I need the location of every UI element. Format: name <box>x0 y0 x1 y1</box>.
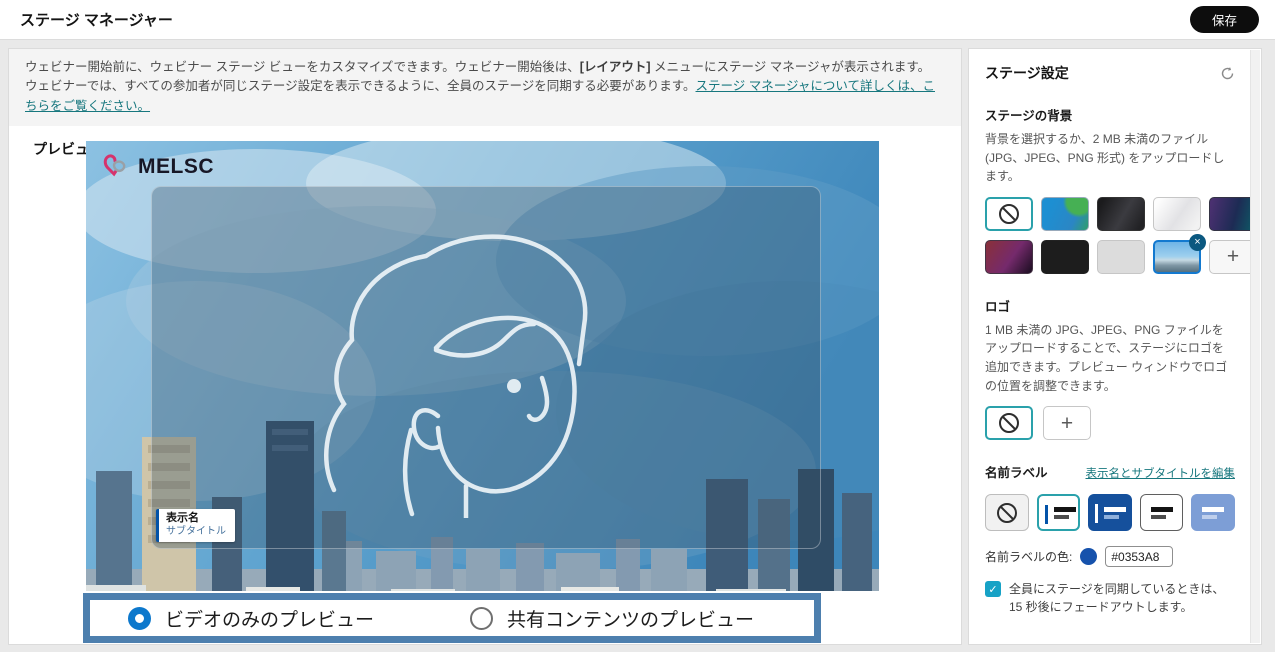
background-thumb-blue-green[interactable] <box>1041 197 1089 231</box>
label-bar-icon <box>1045 505 1048 524</box>
name-label-style-left-bar[interactable] <box>1037 494 1081 531</box>
info-line-2: ウェビナーでは、すべての参加者が同じステージ設定を表示できるように、全員のステー… <box>25 77 945 116</box>
name-label-heading: 名前ラベル <box>985 462 1048 481</box>
color-swatch[interactable] <box>1080 548 1097 565</box>
sidebar-title: ステージ設定 <box>985 63 1069 83</box>
name-label-style-none[interactable] <box>985 494 1029 531</box>
edit-name-subtitle-link[interactable]: 表示名とサブタイトルを編集 <box>1086 465 1236 481</box>
name-label-style-blue[interactable] <box>1088 494 1132 531</box>
color-hex-input[interactable] <box>1105 546 1173 567</box>
heart-logo-icon <box>102 153 132 181</box>
settings-sidebar: ステージ設定 ステージの背景 背景を選択するか、2 MB 未満のファイル (JP… <box>968 48 1262 645</box>
background-thumb-magenta[interactable] <box>985 240 1033 274</box>
stage-name-label[interactable]: 表示名 サブタイトル <box>156 509 235 542</box>
radio-shared-content-label: 共有コンテンツのプレビュー <box>507 605 754 632</box>
radio-video-only-label: ビデオのみのプレビュー <box>165 605 374 632</box>
prohibited-icon <box>997 503 1017 523</box>
sync-fadeout-text: 全員にステージを同期しているときは、15 秒後にフェードアウトします。 <box>1009 580 1235 616</box>
logo-options-row: + <box>985 406 1235 440</box>
radio-selected-icon[interactable] <box>128 607 151 630</box>
checkbox-checked-icon[interactable]: ✓ <box>985 581 1001 597</box>
background-thumb-dark-swirl[interactable] <box>1097 197 1145 231</box>
name-label-style-dark-on-white[interactable] <box>1140 494 1184 531</box>
face-placeholder-icon <box>316 218 656 518</box>
info-line-1: ウェビナー開始前に、ウェビナー ステージ ビューをカスタマイズできます。ウェビナ… <box>25 58 945 77</box>
name-label-color-row: 名前ラベルの色: <box>985 546 1235 567</box>
display-name-text: 表示名 <box>166 512 226 526</box>
layout-menu-ref: [レイアウト] <box>580 60 651 74</box>
logo-none-button[interactable] <box>985 406 1033 440</box>
plus-icon: + <box>1061 413 1073 434</box>
preview-mode-toggle: ビデオのみのプレビュー 共有コンテンツのプレビュー <box>83 593 821 643</box>
background-thumb-none[interactable] <box>985 197 1033 231</box>
background-thumbnail-grid: × + <box>985 197 1235 274</box>
page-header: ステージ マネージャー 保存 <box>0 0 1275 40</box>
sidebar-scrollbar[interactable] <box>1250 50 1260 643</box>
radio-unselected-icon[interactable] <box>470 607 493 630</box>
info-box: ウェビナー開始前に、ウェビナー ステージ ビューをカスタマイズできます。ウェビナ… <box>9 49 961 126</box>
prohibited-icon <box>999 204 1019 224</box>
background-section-heading: ステージの背景 <box>985 105 1235 124</box>
background-thumb-city[interactable]: × <box>1153 240 1201 274</box>
subtitle-text: サブタイトル <box>166 526 226 538</box>
label-bar-icon <box>1095 504 1098 523</box>
background-thumb-light-gray[interactable] <box>1097 240 1145 274</box>
name-label-style-row <box>985 494 1235 531</box>
stage-manager-app: ステージ マネージャー 保存 ウェビナー開始前に、ウェビナー ステージ ビューを… <box>0 0 1275 652</box>
radio-video-only[interactable]: ビデオのみのプレビュー <box>128 605 374 632</box>
logo-upload-button[interactable]: + <box>1043 406 1091 440</box>
brand-name: MELSC <box>138 155 214 179</box>
brand-logo[interactable]: MELSC <box>102 153 214 181</box>
logo-section-description: 1 MB 未満の JPG、JPEG、PNG ファイルをアップロードすることで、ス… <box>985 321 1235 395</box>
video-placeholder <box>151 186 821 549</box>
background-section-description: 背景を選択するか、2 MB 未満のファイル (JPG、JPEG、PNG 形式) … <box>985 130 1235 186</box>
logo-section-heading: ロゴ <box>985 296 1235 315</box>
refresh-icon[interactable] <box>1220 66 1235 81</box>
name-label-color-label: 名前ラベルの色: <box>985 548 1072 565</box>
stage-preview: MELSC 表示名 サブ <box>86 141 879 591</box>
sidebar-title-row: ステージ設定 <box>985 63 1235 83</box>
save-button[interactable]: 保存 <box>1190 6 1259 33</box>
background-thumb-light-swirl[interactable] <box>1153 197 1201 231</box>
background-thumb-black[interactable] <box>1041 240 1089 274</box>
remove-background-icon[interactable]: × <box>1189 234 1206 251</box>
radio-shared-content[interactable]: 共有コンテンツのプレビュー <box>470 605 754 632</box>
name-label-style-light-blue[interactable] <box>1191 494 1235 531</box>
prohibited-icon <box>999 413 1019 433</box>
sync-fadeout-row: ✓ 全員にステージを同期しているときは、15 秒後にフェードアウトします。 <box>985 580 1235 616</box>
page-title: ステージ マネージャー <box>20 9 173 30</box>
name-label-heading-row: 名前ラベル 表示名とサブタイトルを編集 <box>985 462 1235 481</box>
plus-icon: + <box>1227 246 1239 267</box>
main-panel: ウェビナー開始前に、ウェビナー ステージ ビューをカスタマイズできます。ウェビナ… <box>8 48 962 645</box>
